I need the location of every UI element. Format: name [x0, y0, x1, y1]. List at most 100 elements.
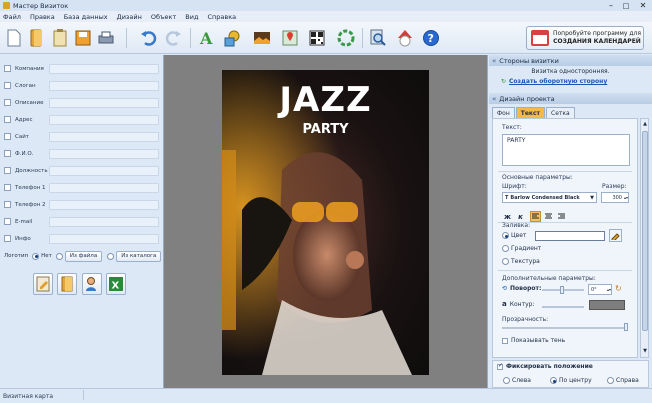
position-input[interactable] [49, 165, 159, 176]
opacity-slider[interactable] [502, 327, 628, 329]
menu-edit[interactable]: Правка [30, 13, 55, 21]
align-right-button[interactable] [556, 211, 567, 222]
slogan-input[interactable] [49, 80, 159, 91]
frame-icon[interactable] [336, 27, 356, 49]
save-icon[interactable] [73, 27, 93, 49]
phone2-checkbox[interactable] [4, 201, 11, 208]
sides-header[interactable]: «Стороны визитки [489, 55, 652, 66]
address-checkbox[interactable] [4, 116, 11, 123]
help-icon[interactable]: ? [421, 27, 441, 49]
print-icon[interactable] [96, 27, 116, 49]
fill-color-swatch[interactable] [535, 231, 605, 241]
redo-icon[interactable] [164, 27, 184, 49]
template-icon[interactable] [50, 27, 70, 49]
toolbar: A ? Попробуйте программу для СОЗДАНИЯ КА… [0, 22, 652, 54]
tab-background[interactable]: Фон [492, 107, 515, 118]
contacts-button[interactable] [82, 273, 102, 295]
rotate-tool-icon[interactable]: ↻ [615, 284, 622, 293]
map-icon[interactable] [280, 27, 300, 49]
app-icon [3, 2, 10, 9]
logo-from-catalog-button[interactable]: Из каталога [116, 250, 162, 262]
scroll-down-icon[interactable]: ▼ [642, 348, 648, 354]
fill-gradient-option[interactable]: Градиент [502, 245, 541, 252]
menu-help[interactable]: Справка [207, 13, 236, 21]
fill-texture-option[interactable]: Текстура [502, 258, 540, 265]
logo-file-radio[interactable] [55, 252, 63, 260]
qr-code-icon[interactable] [307, 27, 327, 49]
site-checkbox[interactable] [4, 133, 11, 140]
add-image-icon[interactable] [252, 27, 272, 49]
tab-text[interactable]: Текст [515, 107, 546, 118]
bold-button[interactable]: ж [502, 211, 513, 222]
slogan-checkbox[interactable] [4, 82, 11, 89]
open-database-button[interactable] [57, 273, 77, 295]
menu-database[interactable]: База данных [64, 13, 108, 21]
christmas-template-icon[interactable] [395, 27, 415, 49]
size-input[interactable]: 300 ▴▾ [601, 192, 629, 203]
card-title[interactable]: JAZZ [222, 80, 429, 120]
company-input[interactable] [49, 63, 159, 74]
position-checkbox[interactable] [4, 167, 11, 174]
maximize-button[interactable]: □ [619, 0, 633, 11]
open-file-icon[interactable] [27, 27, 47, 49]
design-header[interactable]: «Дизайн проекта [489, 93, 652, 104]
name-checkbox[interactable] [4, 150, 11, 157]
info-checkbox[interactable] [4, 235, 11, 242]
scroll-thumb[interactable] [642, 131, 648, 331]
font-select[interactable]: T Barlow Condensed Black ▼ [502, 192, 597, 203]
address-input[interactable] [49, 114, 159, 125]
zoom-icon[interactable] [368, 27, 388, 49]
rotation-input[interactable]: 0° ▴▾ [588, 284, 612, 295]
field-row-company: Компания [4, 63, 159, 74]
position-center-option[interactable]: По центру [550, 377, 592, 384]
description-checkbox[interactable] [4, 99, 11, 106]
phone1-input[interactable] [49, 182, 159, 193]
scroll-up-icon[interactable]: ▲ [642, 121, 648, 127]
opacity-slider-knob[interactable] [624, 323, 628, 331]
phone1-checkbox[interactable] [4, 184, 11, 191]
logo-from-file-button[interactable]: Из файла [64, 250, 103, 262]
italic-button[interactable]: к [515, 211, 526, 222]
align-left-button[interactable] [530, 211, 541, 222]
undo-icon[interactable] [138, 27, 158, 49]
promo-calendar-button[interactable]: Попробуйте программу для СОЗДАНИЯ КАЛЕНД… [526, 26, 644, 50]
email-checkbox[interactable] [4, 218, 11, 225]
add-text-icon[interactable]: A [196, 27, 216, 49]
shadow-option[interactable]: Показывать тень [502, 337, 565, 344]
phone2-input[interactable] [49, 199, 159, 210]
tab-grid[interactable]: Сетка [546, 107, 575, 118]
menu-design[interactable]: Дизайн [117, 13, 142, 21]
description-input[interactable] [49, 97, 159, 108]
position-right-option[interactable]: Справа [607, 377, 639, 384]
excel-import-button[interactable]: X [106, 273, 126, 295]
company-checkbox[interactable] [4, 65, 11, 72]
new-file-icon[interactable] [4, 27, 24, 49]
panel-scrollbar[interactable]: ▲ ▼ [640, 118, 649, 358]
outline-slider[interactable] [542, 306, 584, 308]
svg-text:X: X [112, 281, 120, 292]
align-center-button[interactable] [543, 211, 554, 222]
menu-file[interactable]: Файл [3, 13, 21, 21]
business-card-preview[interactable]: JAZZ PARTY [222, 70, 429, 375]
minimize-button[interactable]: – [604, 0, 618, 11]
fix-position-option[interactable]: ✓ Фиксировать положение [497, 362, 593, 370]
logo-none-radio[interactable] [32, 252, 40, 260]
eyedropper-icon[interactable] [609, 229, 622, 242]
fill-color-option[interactable]: Цвет [502, 232, 526, 239]
create-back-side-link[interactable]: Создать оборотную сторону [509, 78, 607, 85]
add-shape-icon[interactable] [222, 27, 242, 49]
outline-color-swatch[interactable] [589, 300, 625, 310]
logo-catalog-radio[interactable] [107, 252, 115, 260]
info-input[interactable] [49, 233, 159, 244]
close-button[interactable]: ✕ [636, 0, 650, 11]
menu-view[interactable]: Вид [185, 13, 198, 21]
email-input[interactable] [49, 216, 159, 227]
edit-fields-button[interactable] [33, 273, 53, 295]
rotation-slider-knob[interactable] [560, 286, 564, 294]
card-subtitle[interactable]: PARTY [222, 122, 429, 137]
text-input[interactable]: PARTY [502, 134, 630, 166]
position-left-option[interactable]: Слева [503, 377, 531, 384]
site-input[interactable] [49, 131, 159, 142]
menu-object[interactable]: Объект [151, 13, 176, 21]
name-input[interactable] [49, 148, 159, 159]
